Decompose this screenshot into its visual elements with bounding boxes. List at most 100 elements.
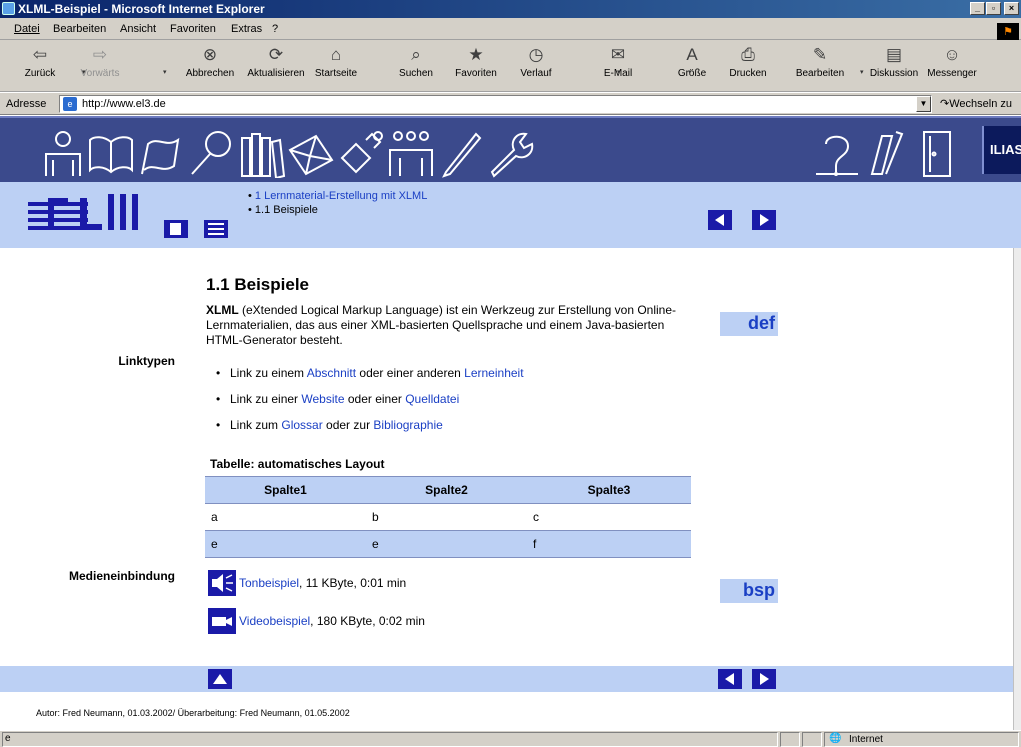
menu-bearbeiten[interactable]: Bearbeiten — [53, 23, 106, 35]
status-bar: e 🌐 Internet — [0, 730, 1021, 747]
el3-logo — [28, 194, 138, 230]
editor-pen-icon[interactable] — [436, 128, 486, 178]
menu-extras[interactable]: Extras — [231, 23, 262, 35]
breadcrumb: • 1 Lernmaterial-Erstellung mit XLML • 1… — [248, 189, 427, 217]
address-input[interactable]: e http://www.el3.de ▼ — [59, 95, 932, 113]
personal-desktop-icon[interactable] — [38, 128, 88, 178]
definition-badge[interactable]: def — [720, 312, 778, 336]
search-magnifier-icon[interactable] — [186, 128, 236, 178]
toolbar-label: Verlauf — [520, 68, 552, 79]
table-cell: a — [205, 503, 366, 531]
toolbar-search-button[interactable]: ⌕ Suchen — [386, 42, 446, 90]
mail-envelope-icon[interactable] — [286, 128, 336, 178]
audio-link[interactable]: Tonbeispiel — [239, 576, 299, 590]
ilias-logo: ILIAS — [982, 126, 1021, 174]
prev-page-button[interactable] — [708, 210, 732, 230]
address-value: http://www.el3.de — [82, 98, 166, 110]
table-caption: Tabelle: automatisches Layout — [210, 457, 385, 471]
dropdown-arrow-icon[interactable]: ▾ — [688, 68, 692, 76]
toolbar-stop-button[interactable]: ⊗ Abbrechen — [180, 42, 240, 90]
library-books-icon[interactable] — [236, 128, 286, 180]
intro-term: XLML — [206, 303, 239, 317]
toolbar-font-size-button[interactable]: A Größe — [662, 42, 722, 90]
link-item-text: oder einer anderen — [356, 366, 465, 380]
menu-datei[interactable]: Datei — [14, 23, 40, 35]
windows-logo-icon: ⚑ — [997, 23, 1019, 41]
tools-wrench-icon[interactable] — [486, 128, 536, 178]
menu-help[interactable]: ? — [272, 23, 278, 35]
link-item-link-b[interactable]: Bibliographie — [373, 418, 442, 432]
dropdown-arrow-icon[interactable]: ▾ — [617, 68, 621, 76]
author-note: Autor: Fred Neumann, 01.03.2002/ Überarb… — [36, 708, 350, 718]
back-icon: ⇦ — [32, 45, 48, 64]
link-item-link-a[interactable]: Website — [301, 392, 344, 406]
toolbar-history-button[interactable]: ◷ Verlauf — [506, 42, 566, 90]
logout-door-icon[interactable] — [912, 128, 962, 178]
minimize-button[interactable]: _ — [970, 2, 985, 15]
footer-next-button[interactable] — [752, 669, 776, 689]
link-item-link-a[interactable]: Abschnitt — [307, 366, 356, 380]
link-list-item: Link zum Glossar oder zur Bibliographie — [216, 418, 524, 444]
go-button[interactable]: ↷Wechseln zu — [940, 97, 1012, 110]
breadcrumb-item-2: • 1.1 Beispiele — [248, 204, 318, 216]
maximize-button[interactable]: ▫ — [986, 2, 1001, 15]
table-header-cell: Spalte2 — [366, 476, 527, 504]
status-panel-3 — [802, 732, 822, 747]
toolbar-discussion-button[interactable]: ▤ Diskussion — [864, 42, 924, 90]
table-cell: c — [527, 503, 691, 531]
video-link[interactable]: Videobeispiel — [239, 614, 310, 628]
menu-favoriten[interactable]: Favoriten — [170, 23, 216, 35]
favorites-icon: ★ — [468, 45, 484, 64]
go-label: Wechseln zu — [949, 98, 1012, 110]
toolbar-forward-button[interactable]: ⇨ Vorwärts — [70, 42, 130, 90]
dropdown-arrow-icon[interactable]: ▾ — [860, 68, 864, 76]
link-item-link-b[interactable]: Quelldatei — [405, 392, 459, 406]
toolbar-back-button[interactable]: ⇦ Zurück — [10, 42, 70, 90]
close-button[interactable]: × — [1004, 2, 1019, 15]
example-badge[interactable]: bsp — [720, 579, 778, 603]
address-dropdown-button[interactable]: ▼ — [916, 96, 931, 112]
menu-ansicht[interactable]: Ansicht — [120, 23, 156, 35]
forums-people-icon[interactable] — [386, 128, 436, 178]
link-list: Link zu einem Abschnitt oder einer ander… — [216, 366, 524, 444]
toolbar-home-button[interactable]: ⌂ Startseite — [306, 42, 366, 90]
breadcrumb-item-1[interactable]: • 1 Lernmaterial-Erstellung mit XLML — [248, 189, 427, 203]
table-header-cell: Spalte3 — [527, 476, 691, 504]
breadcrumb-link-1[interactable]: 1 Lernmaterial-Erstellung mit XLML — [255, 190, 427, 202]
link-item-link-a[interactable]: Glossar — [281, 418, 322, 432]
lessons-book-icon[interactable] — [86, 128, 136, 178]
history-icon: ◷ — [528, 45, 544, 64]
dropdown-arrow-icon[interactable]: ▾ — [163, 68, 167, 76]
flag-icon[interactable] — [136, 128, 186, 178]
stop-icon: ⊗ — [202, 45, 218, 64]
vertical-scrollbar[interactable] — [1013, 248, 1021, 730]
toolbar-label: Suchen — [399, 68, 433, 79]
navigation-band: • 1 Lernmaterial-Erstellung mit XLML • 1… — [0, 182, 1021, 248]
link-item-link-b[interactable]: Lerneinheit — [464, 366, 523, 380]
list-icon — [208, 223, 224, 235]
table-cell: b — [366, 503, 527, 531]
speaker-icon[interactable] — [208, 570, 236, 596]
page-view-button[interactable] — [164, 220, 188, 238]
feedback-pencil-icon[interactable] — [862, 128, 912, 178]
font-size-icon: A — [686, 45, 698, 64]
video-camera-icon[interactable] — [208, 608, 236, 634]
toc-button[interactable] — [204, 220, 228, 238]
status-text-panel: e — [2, 732, 778, 747]
toolbar-messenger-button[interactable]: ☺ Messenger — [922, 42, 982, 90]
ilias-label: ILIAS — [990, 142, 1021, 157]
toolbar-print-button[interactable]: ⎙ Drucken — [718, 42, 778, 90]
dropdown-arrow-icon[interactable]: ▾ — [82, 68, 86, 76]
toolbar-mail-button[interactable]: ✉ E-Mail — [588, 42, 648, 90]
help-question-icon[interactable] — [812, 128, 862, 178]
link-list-item: Link zu einer Website oder einer Quellda… — [216, 392, 524, 418]
next-page-button[interactable] — [752, 210, 776, 230]
browser-toolbar: ⇦ Zurück ⇨ Vorwärts ⊗ Abbrechen ⟳ Aktualisieren… — [0, 40, 1021, 92]
toolbar-favorites-button[interactable]: ★ Favoriten — [446, 42, 506, 90]
toolbar-edit-button[interactable]: ✎ Bearbeiten — [790, 42, 850, 90]
top-of-page-button[interactable] — [208, 669, 232, 689]
toolbar-refresh-button[interactable]: ⟳ Aktualisieren — [246, 42, 306, 90]
footer-prev-button[interactable] — [718, 669, 742, 689]
toolbar-label: Größe — [677, 68, 707, 79]
groups-icon[interactable] — [336, 128, 386, 178]
